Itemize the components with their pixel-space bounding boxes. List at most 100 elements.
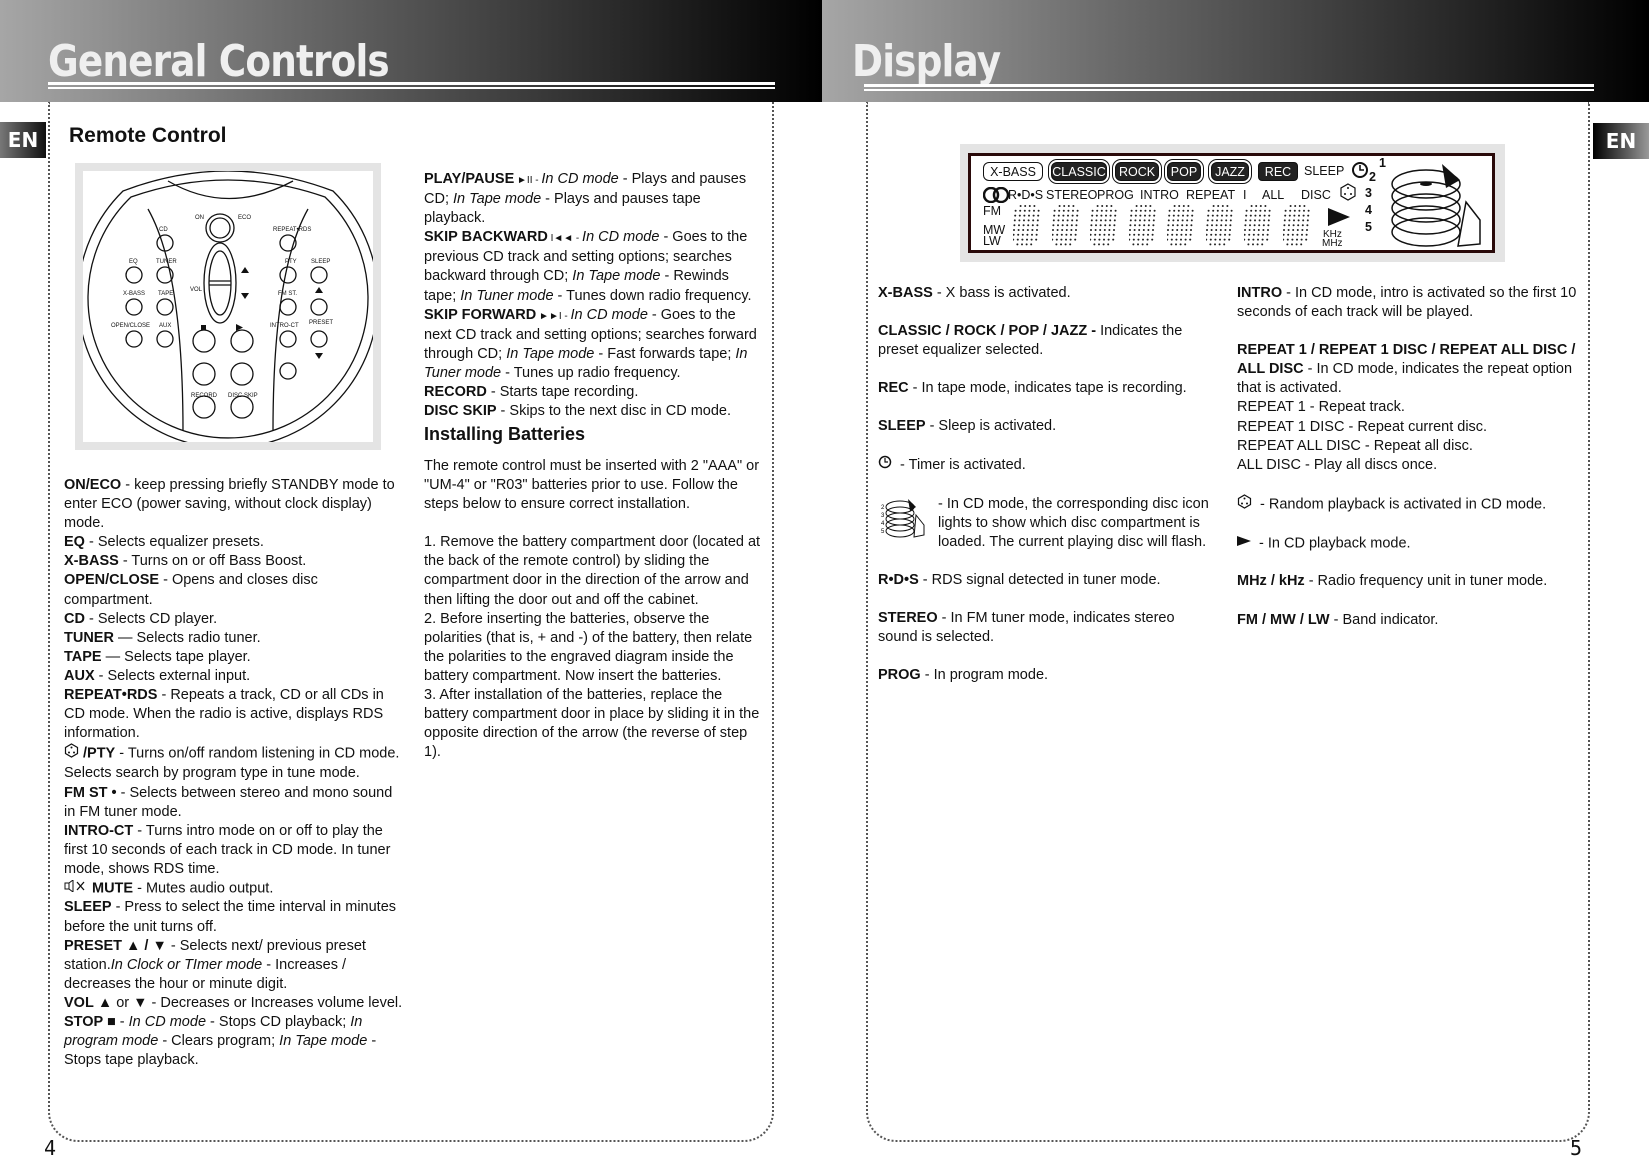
control-term: PRESET ▲ / ▼ <box>64 937 167 954</box>
svg-text:RECORD: RECORD <box>191 393 218 399</box>
control-description: DISC SKIP - Skips to the next disc in CD… <box>424 403 732 420</box>
control-term: AUX <box>64 667 95 684</box>
svg-text:4: 4 <box>881 521 885 527</box>
remote-descriptions: ON/ECO - keep pressing briefly STANDBY m… <box>64 476 404 1070</box>
control-term: REPEAT•RDS <box>64 687 158 704</box>
display-description: MHz / kHz - Radio frequency unit in tune… <box>1237 573 1548 590</box>
control-description: PRESET ▲ / ▼ - Selects next/ previous pr… <box>64 937 366 992</box>
display-description: PROG - In program mode. <box>878 667 1049 684</box>
dot-matrix-digit <box>1090 205 1117 246</box>
control-description: X-BASS - Turns on or off Bass Boost. <box>64 553 307 570</box>
control-term: CD <box>64 610 85 627</box>
remote-control-diagram: ON ECO CD EQ TUNER X-BASS TAPE OPEN/CLOS… <box>75 163 381 450</box>
display-description: REPEAT 1 / REPEAT 1 DISC / REPEAT ALL DI… <box>1237 342 1576 397</box>
control-term: STOP ■ <box>64 1014 116 1030</box>
display-term: INTRO <box>1237 285 1283 301</box>
control-term: VOL <box>64 994 94 1011</box>
display-description: SLEEP - Sleep is activated. <box>878 418 1057 435</box>
display-description: CLASSIC / ROCK / POP / JAZZ - Indicates … <box>878 323 1183 359</box>
language-tab: EN <box>0 122 46 158</box>
control-description: /PTY - Turns on/off random listening in … <box>64 743 404 783</box>
control-term: SKIP BACKWARD <box>424 229 548 246</box>
dot-matrix-digit <box>1205 205 1233 246</box>
control-description: FM ST • - Selects between stereo and mon… <box>64 784 393 820</box>
lcd-panel: X-BASS CLASSIC ROCK POP JAZZ REC SLEEP R… <box>968 153 1495 253</box>
lcd-lw-band: LW <box>983 234 1001 248</box>
control-term: TUNER <box>64 629 114 646</box>
open-close-button <box>125 330 143 348</box>
playback-descriptions: PLAY/PAUSE ►II - In CD mode - Plays and … <box>424 170 764 421</box>
display-description: INTRO - In CD mode, intro is activated s… <box>1237 285 1577 321</box>
page-title: General Controls <box>48 36 390 87</box>
disc-number: 5 <box>1365 220 1372 234</box>
svg-text:VOL: VOL <box>190 287 203 293</box>
svg-text:X-BASS: X-BASS <box>123 291 145 297</box>
language-tab: EN <box>1593 123 1649 159</box>
repeat-option: REPEAT 1 - Repeat track. <box>1237 399 1405 416</box>
mute-icon <box>64 878 88 898</box>
repeat-option: REPEAT 1 DISC - Repeat current disc. <box>1237 418 1488 435</box>
display-term: X-BASS <box>878 285 933 301</box>
control-symbol-icon: ►II - <box>514 175 542 186</box>
control-description: EQ - Selects equalizer presets. <box>64 534 264 551</box>
svg-text:3: 3 <box>881 513 885 519</box>
disc-number: 4 <box>1365 203 1372 217</box>
skip-back-button <box>192 362 216 386</box>
cd-button <box>156 234 174 252</box>
lcd-rec-indicator: REC <box>1258 162 1298 181</box>
control-term: TAPE <box>64 648 102 665</box>
batteries-text: The remote control must be inserted with… <box>424 457 764 762</box>
record-button <box>192 395 216 419</box>
svg-text:5: 5 <box>881 529 885 535</box>
header-rule <box>864 84 1594 87</box>
lcd-rds-indicator: R•D•S <box>1008 188 1044 202</box>
stop-button <box>192 329 216 353</box>
lcd-eq-rock: ROCK <box>1115 162 1159 181</box>
svg-text:TUNER: TUNER <box>156 259 177 265</box>
dot-matrix-digit <box>1282 205 1310 246</box>
intro-ct-button <box>279 330 297 348</box>
svg-text:INTRO-CT: INTRO-CT <box>270 323 299 329</box>
display-term: STEREO <box>878 609 938 626</box>
header-rule <box>864 89 1594 91</box>
sleep-button <box>310 266 328 284</box>
control-description: REPEAT•RDS - Repeats a track, CD or all … <box>64 687 384 742</box>
display-term: REPEAT 1 / REPEAT 1 DISC / REPEAT ALL DI… <box>1237 342 1576 378</box>
dot-matrix-digit <box>1051 205 1079 246</box>
svg-text:REPEAT•RDS: REPEAT•RDS <box>273 227 311 233</box>
lcd-display-diagram: X-BASS CLASSIC ROCK POP JAZZ REC SLEEP R… <box>960 144 1505 262</box>
control-description: CD - Selects CD player. <box>64 610 218 627</box>
disc-number: 1 <box>1379 156 1386 170</box>
control-symbol-icon: ►►I - <box>536 310 571 322</box>
control-term: /PTY <box>83 745 116 762</box>
page-number: 5 <box>1570 1136 1583 1160</box>
control-term: X-BASS <box>64 553 119 570</box>
display-term: SLEEP <box>878 418 926 435</box>
control-description: SLEEP - Press to select the time interva… <box>64 899 397 935</box>
control-description: STOP ■ - In CD mode - Stops CD playback;… <box>64 1014 377 1069</box>
mode-label: In CD mode <box>128 1014 207 1030</box>
mute-button <box>279 362 297 380</box>
display-description: STEREO - In FM tuner mode, indicates ste… <box>878 609 1175 646</box>
pty-button <box>279 266 297 284</box>
display-term: REC <box>878 380 909 397</box>
tape-button <box>156 298 174 316</box>
control-term: EQ <box>64 534 85 551</box>
vol-rocker <box>208 250 232 316</box>
lcd-one-indicator: I <box>1243 188 1247 202</box>
control-description: PLAY/PAUSE ►II - In CD mode - Plays and … <box>424 171 747 227</box>
description-text: - In CD mode, the corresponding disc ico… <box>938 495 1209 550</box>
remote-control-heading: Remote Control <box>69 124 227 147</box>
control-term: RECORD <box>424 384 487 401</box>
svg-text:2: 2 <box>881 505 885 511</box>
control-term: DISC SKIP <box>424 403 497 420</box>
svg-text:PRESET: PRESET <box>309 320 333 326</box>
page-title: Display <box>852 36 1001 87</box>
